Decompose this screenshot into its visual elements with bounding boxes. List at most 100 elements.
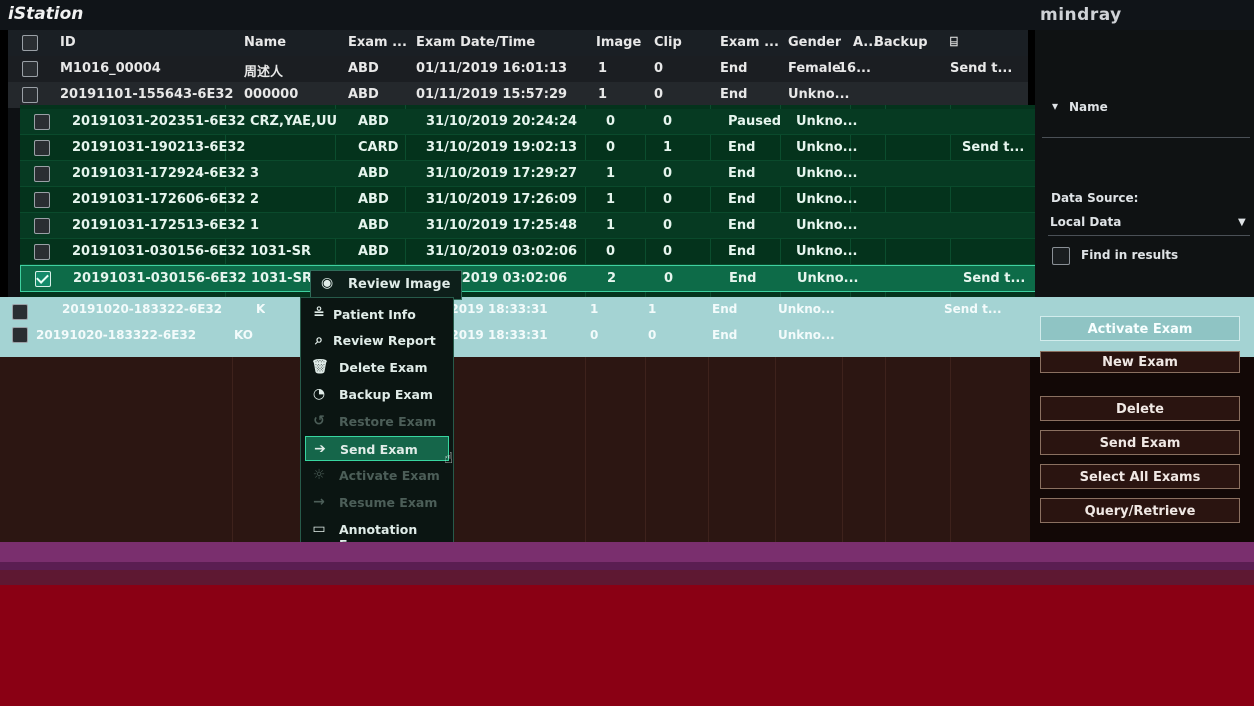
row-name: 2 — [250, 192, 260, 207]
table-row[interactable]: 20191020-183322-6E32 KO /2019 18:33:31 0… — [0, 323, 1030, 351]
row-checkbox[interactable] — [34, 218, 50, 234]
table-row[interactable]: M1016_00004 周述人 ABD 01/11/2019 16:01:13 … — [8, 56, 1028, 82]
row-checkbox[interactable] — [22, 61, 38, 77]
table-row[interactable]: 20191031-202351-6E32 ČŘŽ,ÝÁÉ,ÚÛ ABD 31/1… — [20, 109, 1036, 135]
glitch-band — [0, 570, 1254, 585]
row-name: KO — [234, 328, 253, 342]
row-age: 16... — [838, 61, 871, 76]
menu-item-activate-exam[interactable]: ☼ Activate Exam — [305, 463, 449, 488]
row-status: End — [728, 192, 756, 207]
data-source-select[interactable]: Local Data ▼ — [1048, 213, 1250, 236]
data-source-value: Local Data — [1050, 215, 1122, 229]
row-exam-type: ABD — [358, 218, 389, 233]
header-send[interactable]: ⌸ — [950, 35, 958, 50]
row-exam-type: ABD — [348, 87, 379, 102]
row-image: 1 — [590, 302, 599, 316]
table-row[interactable]: 20191031-030156-6E32 1031-SR ABD 31/10/2… — [20, 239, 1036, 265]
header-exam-type[interactable]: Exam ... — [348, 35, 407, 50]
menu-item-send-exam[interactable]: ➔ Send Exam — [305, 436, 449, 461]
menu-item-label: Review Report — [333, 333, 436, 348]
trash-icon: 🗑 — [311, 359, 329, 375]
menu-item-label: Activate Exam — [339, 468, 440, 483]
data-source-label: Data Source: — [1051, 191, 1139, 205]
row-exam-type: CARD — [358, 140, 399, 155]
row-clip: 0 — [663, 218, 673, 233]
table-row[interactable]: 20191020-183322-6E32 K /2019 18:33:31 1 … — [0, 297, 1030, 325]
menu-item-resume-exam[interactable]: → Resume Exam — [305, 490, 449, 515]
row-checkbox[interactable] — [22, 87, 38, 103]
row-image: 0 — [606, 114, 616, 129]
header-gender[interactable]: Gender — [788, 35, 841, 50]
row-id: 20191101-155643-6E32 — [60, 87, 234, 102]
table-row-selected[interactable]: 20191031-030156-6E32 1031-SR /2019 03:02… — [20, 265, 1038, 292]
row-datetime: 31/10/2019 19:02:13 — [426, 140, 578, 155]
row-id: 20191031-030156-6E32 — [72, 244, 246, 259]
table-row[interactable]: 20191031-172513-6E32 1 ABD 31/10/2019 17… — [20, 213, 1036, 239]
menu-item-review-image[interactable]: ◉ Review Image — [310, 270, 462, 300]
annotation-icon: ▭ — [312, 521, 326, 537]
row-image: 2 — [607, 271, 617, 286]
new-exam-button[interactable]: New Exam — [1040, 351, 1240, 373]
row-datetime: 31/10/2019 17:26:09 — [426, 192, 578, 207]
select-all-checkbox[interactable] — [22, 35, 38, 51]
header-exam-datetime[interactable]: Exam Date/Time — [416, 35, 535, 50]
row-checkbox[interactable] — [34, 114, 50, 130]
row-checkbox-checked[interactable] — [35, 271, 51, 287]
menu-item-patient-info[interactable]: ≗ Patient Info — [305, 302, 449, 327]
header-exam-status[interactable]: Exam ... — [720, 35, 779, 50]
row-status: End — [728, 166, 756, 181]
select-all-exams-button[interactable]: Select All Exams — [1040, 464, 1240, 489]
menu-item-label: Patient Info — [333, 307, 416, 322]
row-name: 000000 — [244, 87, 299, 102]
menu-item-delete-exam[interactable]: 🗑 Delete Exam — [305, 355, 449, 380]
menu-item-annotation-exam[interactable]: ▭ Annotation Exam — [305, 517, 449, 552]
header-image[interactable]: Image — [596, 35, 641, 50]
send-exam-button[interactable]: Send Exam — [1040, 430, 1240, 455]
row-id: 20191031-172606-6E32 — [72, 192, 246, 207]
row-exam-type: ABD — [358, 166, 389, 181]
row-clip: 0 — [663, 244, 673, 259]
table-row[interactable]: 20191031-172924-6E32 3 ABD 31/10/2019 17… — [20, 161, 1036, 187]
menu-item-label: Review Image — [348, 277, 451, 292]
row-gender: Unkno... — [796, 114, 858, 129]
chevron-down-icon[interactable]: ▾ — [1052, 99, 1058, 113]
row-checkbox[interactable] — [34, 244, 50, 260]
table-row[interactable]: 20191031-190213-6E32 CARD 31/10/2019 19:… — [20, 135, 1036, 161]
menu-item-backup-exam[interactable]: ◔ Backup Exam — [305, 382, 449, 407]
row-image: 0 — [590, 328, 599, 342]
row-id: 20191031-202351-6E32 — [72, 114, 246, 129]
column-divider — [775, 357, 776, 542]
header-backup[interactable]: Backup — [874, 35, 928, 50]
menu-item-restore-exam[interactable]: ↺ Restore Exam — [305, 409, 449, 434]
dropdown-arrow-icon: ▼ — [1238, 217, 1246, 228]
column-divider — [885, 357, 886, 542]
row-status: End — [729, 271, 757, 286]
table-empty-area — [0, 357, 1030, 542]
row-checkbox[interactable] — [34, 166, 50, 182]
header-id[interactable]: ID — [60, 35, 76, 50]
row-exam-type: ABD — [358, 114, 389, 129]
row-checkbox[interactable] — [34, 140, 50, 156]
activate-exam-button[interactable]: Activate Exam — [1040, 316, 1240, 341]
query-retrieve-button[interactable]: Query/Retrieve — [1040, 498, 1240, 523]
row-checkbox[interactable] — [34, 192, 50, 208]
header-name[interactable]: Name — [244, 35, 286, 50]
row-datetime: 31/10/2019 03:02:06 — [426, 244, 578, 259]
table-row[interactable]: 20191031-172606-6E32 2 ABD 31/10/2019 17… — [20, 187, 1036, 213]
menu-item-label: Restore Exam — [339, 414, 437, 429]
name-filter-field[interactable]: ▾ Name — [1042, 95, 1250, 138]
row-checkbox[interactable] — [12, 327, 28, 343]
row-checkbox[interactable] — [12, 304, 28, 320]
table-header: ID Name Exam ... Exam Date/Time Image Cl… — [8, 30, 1028, 56]
row-name: K — [256, 302, 266, 316]
delete-button[interactable]: Delete — [1040, 396, 1240, 421]
find-in-results-checkbox[interactable] — [1052, 247, 1070, 265]
row-send: Send t... — [950, 61, 1013, 76]
row-name: 周述人 — [244, 65, 284, 80]
menu-item-review-report[interactable]: ⌕ Review Report — [305, 328, 449, 353]
row-id: M1016_00004 — [60, 61, 161, 76]
row-id: 20191031-172513-6E32 — [72, 218, 246, 233]
search-icon: ⌕ — [315, 332, 323, 348]
header-clip[interactable]: Clip — [654, 35, 682, 50]
row-exam-type: ABD — [358, 192, 389, 207]
